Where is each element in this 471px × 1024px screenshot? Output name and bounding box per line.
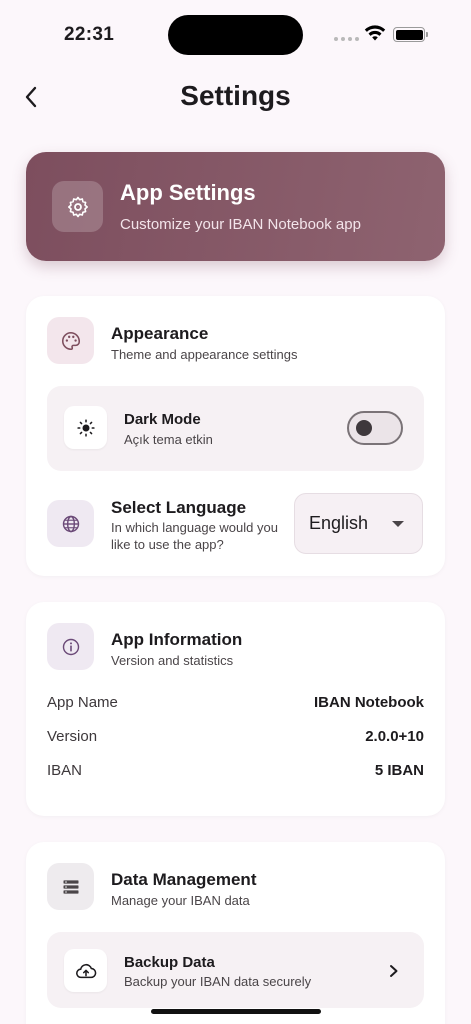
appearance-title: Appearance bbox=[111, 324, 209, 343]
data-management-subtitle: Manage your IBAN data bbox=[111, 893, 250, 908]
dynamic-island bbox=[168, 15, 303, 55]
data-management-title: Data Management bbox=[111, 870, 257, 889]
info-row-app-name: App Name IBAN Notebook bbox=[47, 694, 424, 716]
palette-icon bbox=[47, 317, 94, 364]
info-value: 2.0.0+10 bbox=[365, 728, 424, 745]
info-value: IBAN Notebook bbox=[314, 694, 424, 711]
toggle-knob bbox=[356, 420, 372, 436]
dark-mode-row: Dark Mode Açık tema etkin bbox=[47, 386, 424, 471]
appearance-card: Appearance Theme and appearance settings… bbox=[26, 296, 445, 576]
banner-title: App Settings bbox=[120, 180, 256, 205]
language-selected: English bbox=[309, 513, 369, 533]
page-title: Settings bbox=[180, 80, 291, 111]
sun-icon bbox=[64, 406, 107, 449]
language-title: Select Language bbox=[111, 498, 247, 517]
status-bar: 22:31 bbox=[0, 0, 471, 70]
cloud-upload-icon bbox=[64, 949, 107, 992]
info-icon bbox=[47, 623, 94, 670]
backup-data-description: Backup your IBAN data securely bbox=[124, 974, 312, 989]
app-settings-banner: App Settings Customize your IBAN Noteboo… bbox=[26, 152, 445, 261]
info-row-version: Version 2.0.0+10 bbox=[47, 728, 424, 750]
info-value: 5 IBAN bbox=[374, 762, 424, 779]
app-info-title: App Information bbox=[111, 630, 243, 649]
info-row-iban: IBAN 5 IBAN bbox=[47, 762, 424, 784]
banner-subtitle: Customize your IBAN Notebook app bbox=[120, 216, 361, 233]
info-label: App Name bbox=[47, 694, 118, 711]
nav-bar: Settings bbox=[0, 70, 471, 126]
app-info-subtitle: Version and statistics bbox=[111, 653, 234, 668]
caret-down-icon bbox=[392, 521, 404, 527]
signal-icon bbox=[334, 37, 359, 41]
chevron-right-icon bbox=[390, 965, 398, 977]
dark-mode-title: Dark Mode bbox=[124, 411, 201, 428]
gear-icon bbox=[52, 181, 103, 232]
info-label: Version bbox=[47, 728, 98, 745]
dark-mode-description: Açık tema etkin bbox=[124, 432, 213, 447]
language-dropdown[interactable]: English bbox=[294, 493, 423, 554]
app-info-card: App Information Version and statistics A… bbox=[26, 602, 445, 816]
language-description-line2: like to use the app? bbox=[111, 537, 224, 552]
backup-data-title: Backup Data bbox=[124, 954, 215, 971]
appearance-subtitle: Theme and appearance settings bbox=[111, 347, 298, 362]
language-description-line1: In which language would you bbox=[111, 520, 278, 535]
wifi-icon bbox=[364, 25, 386, 41]
info-label: IBAN bbox=[47, 762, 83, 779]
data-management-card: Data Management Manage your IBAN data Ba… bbox=[26, 842, 445, 1024]
home-indicator[interactable] bbox=[151, 1009, 321, 1014]
battery-icon bbox=[393, 27, 428, 42]
globe-icon bbox=[47, 500, 94, 547]
dark-mode-toggle[interactable] bbox=[347, 411, 403, 445]
backup-data-row[interactable]: Backup Data Backup your IBAN data secure… bbox=[47, 932, 424, 1008]
status-time: 22:31 bbox=[64, 24, 115, 45]
storage-icon bbox=[47, 863, 94, 910]
